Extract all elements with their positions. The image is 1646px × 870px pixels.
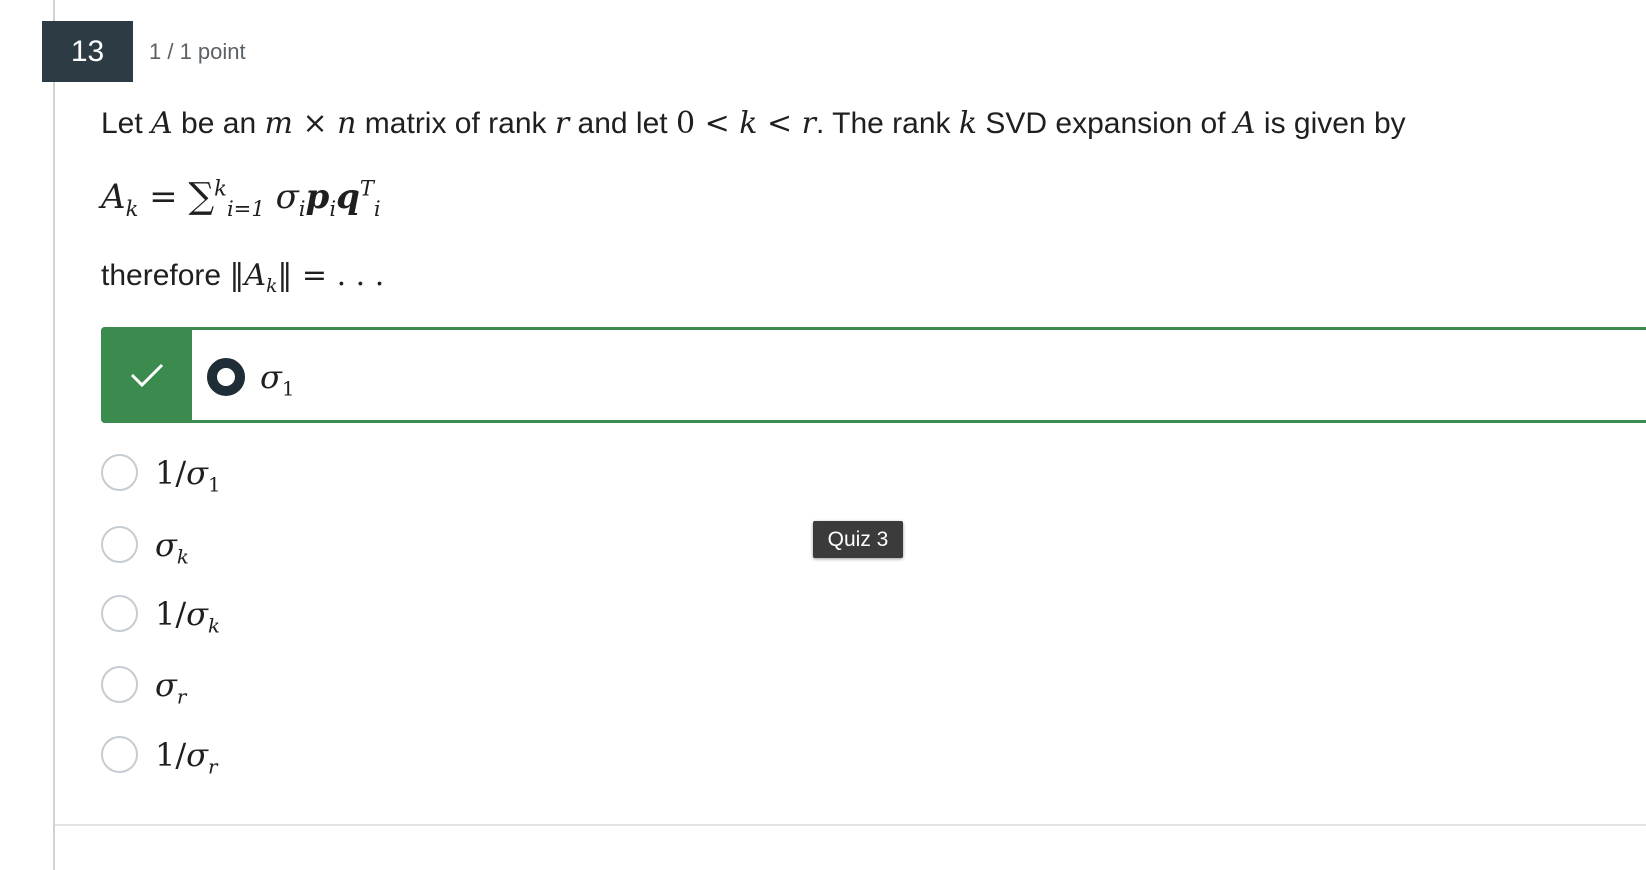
checkmark-icon xyxy=(130,363,163,388)
correct-indicator xyxy=(101,327,192,423)
radio-button[interactable] xyxy=(101,454,138,491)
question-number: 13 xyxy=(42,21,133,82)
bottom-divider xyxy=(55,824,1646,826)
answer-label: 1/σk xyxy=(155,595,220,638)
answer-label: σr xyxy=(155,666,187,709)
answer-option[interactable]: σk xyxy=(101,523,501,567)
left-border xyxy=(53,0,55,870)
question-points: 1 / 1 point xyxy=(149,39,246,64)
answer-label: 1/σ1 xyxy=(155,454,221,497)
therefore-line: therefore ‖Ak‖ = . . . xyxy=(101,258,385,297)
radio-button[interactable] xyxy=(101,736,138,773)
answer-option[interactable]: 1/σ1 xyxy=(101,451,501,495)
question-prompt: Let A be an m × n matrix of rank r and l… xyxy=(101,106,1406,141)
radio-selected-icon[interactable] xyxy=(207,358,245,396)
answer-label: σk xyxy=(155,526,189,569)
answer-label: 1/σr xyxy=(155,736,218,779)
radio-button[interactable] xyxy=(101,526,138,563)
radio-button[interactable] xyxy=(101,595,138,632)
svd-formula: Ak = ∑ki=1 σipiqTi xyxy=(101,175,381,221)
radio-button[interactable] xyxy=(101,666,138,703)
answer-option[interactable]: 1/σk xyxy=(101,592,501,636)
answer-label: σ1 xyxy=(260,358,295,401)
answer-option[interactable]: σr xyxy=(101,663,501,707)
answer-option[interactable]: 1/σr xyxy=(101,733,501,777)
answer-option-correct[interactable]: σ1 xyxy=(101,327,1646,423)
quiz-tooltip: Quiz 3 xyxy=(813,521,903,558)
